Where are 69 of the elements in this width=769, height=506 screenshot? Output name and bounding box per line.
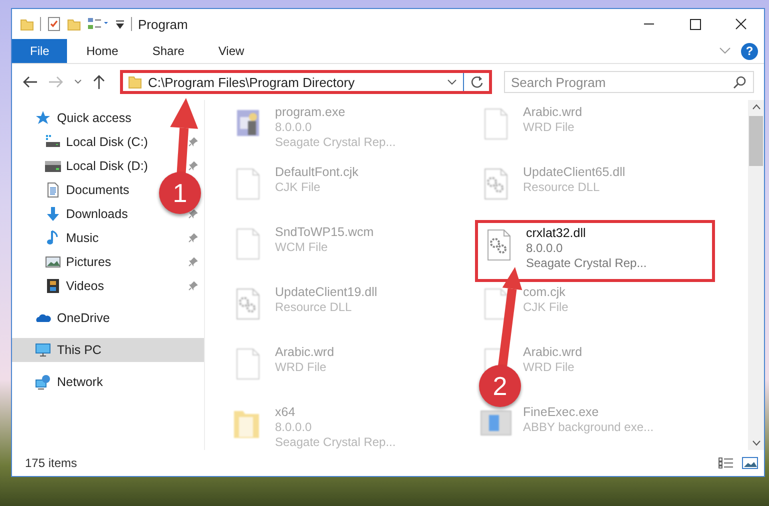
scroll-thumb[interactable] [749,116,763,166]
ribbon-tab[interactable]: Home [71,39,134,63]
item-count: 175 items [25,456,78,470]
file-detail: WCM File [275,240,329,255]
search-icon [733,75,747,89]
pin-icon[interactable] [188,137,198,147]
scroll-down-icon[interactable] [752,440,760,446]
sidebar-item[interactable]: Pictures [12,250,152,274]
ribbon-tab[interactable]: View [203,39,260,63]
sidebar-item[interactable]: OneDrive [12,306,204,330]
file-detail: Seagate Crystal Rep... [526,256,647,271]
down-arrow-icon [45,206,61,222]
file-detail: WRD File [523,360,576,375]
checklist-icon[interactable] [47,16,61,32]
back-arrow-icon[interactable] [22,75,38,89]
search-field[interactable]: Search Program [504,71,754,93]
pin-icon[interactable] [188,209,198,219]
file-detail: WRD File [275,360,328,375]
star-icon [35,110,51,126]
file-detail: Resource DLL [523,180,601,195]
sidebar-item[interactable]: Music [12,226,152,250]
ribbon-tab[interactable]: File [12,39,68,63]
file-detail: Seagate Crystal Rep... [275,135,396,150]
file-name: crxlat32.dll [526,226,587,241]
folder-icon [128,75,142,89]
picture-icon [45,254,61,270]
ribbon-tab[interactable]: Share [137,39,200,63]
file-detail: 8.0.0.0 [275,420,313,435]
drive-icon [45,158,61,174]
address-bar[interactable]: C:\Program Files\Program Directory [120,70,492,94]
file-item[interactable]: crxlat32.dll 8.0.0.0 Seagate Crystal Rep... [475,220,715,282]
file-detail: CJK File [523,300,568,315]
network-icon [35,374,51,390]
help-button[interactable]: ? [741,42,758,60]
sidebar-item[interactable]: Downloads [12,202,152,226]
sidebar-item[interactable]: Local Disk (C:) [12,130,152,154]
properties-icon[interactable] [87,17,109,31]
pin-icon[interactable] [188,161,198,171]
file-detail: 8.0.0.0 [526,241,564,256]
caret-icon[interactable] [115,18,125,30]
file-detail: 8.0.0.0 [275,120,313,135]
file-detail: WRD File [523,120,576,135]
sidebar-item[interactable]: Videos [12,274,152,298]
monitor-icon [35,342,51,358]
sidebar-item[interactable]: Documents [12,178,152,202]
sidebar-item[interactable]: Quick access [12,106,204,130]
file-detail: Seagate Crystal Rep... [275,435,396,450]
sidebar-item[interactable]: This PC [12,338,204,362]
details-view-icon[interactable] [718,457,734,469]
sidebar-item[interactable]: Network [12,370,204,394]
drive-icon [45,134,61,150]
pin-icon[interactable] [188,257,198,267]
tiles-view-icon[interactable] [742,457,758,469]
scrollbar[interactable] [748,100,764,450]
file-detail: ABBY background exe... [523,420,654,435]
chevron-down-icon[interactable] [447,78,457,86]
file-detail: Resource DLL [275,300,353,315]
chevron-down-icon[interactable] [74,79,82,85]
pin-icon[interactable] [188,233,198,243]
pin-icon[interactable] [188,281,198,291]
address-path: C:\Program Files\Program Directory [148,74,356,90]
sidebar-item[interactable]: Local Disk (D:) [12,154,152,178]
film-icon [45,278,61,294]
scroll-up-icon[interactable] [752,104,760,110]
up-arrow-icon[interactable] [92,74,106,90]
document-icon [45,182,61,198]
window-title: Program [138,16,188,32]
refresh-icon[interactable] [470,75,484,89]
file-detail: CJK File [275,180,322,195]
